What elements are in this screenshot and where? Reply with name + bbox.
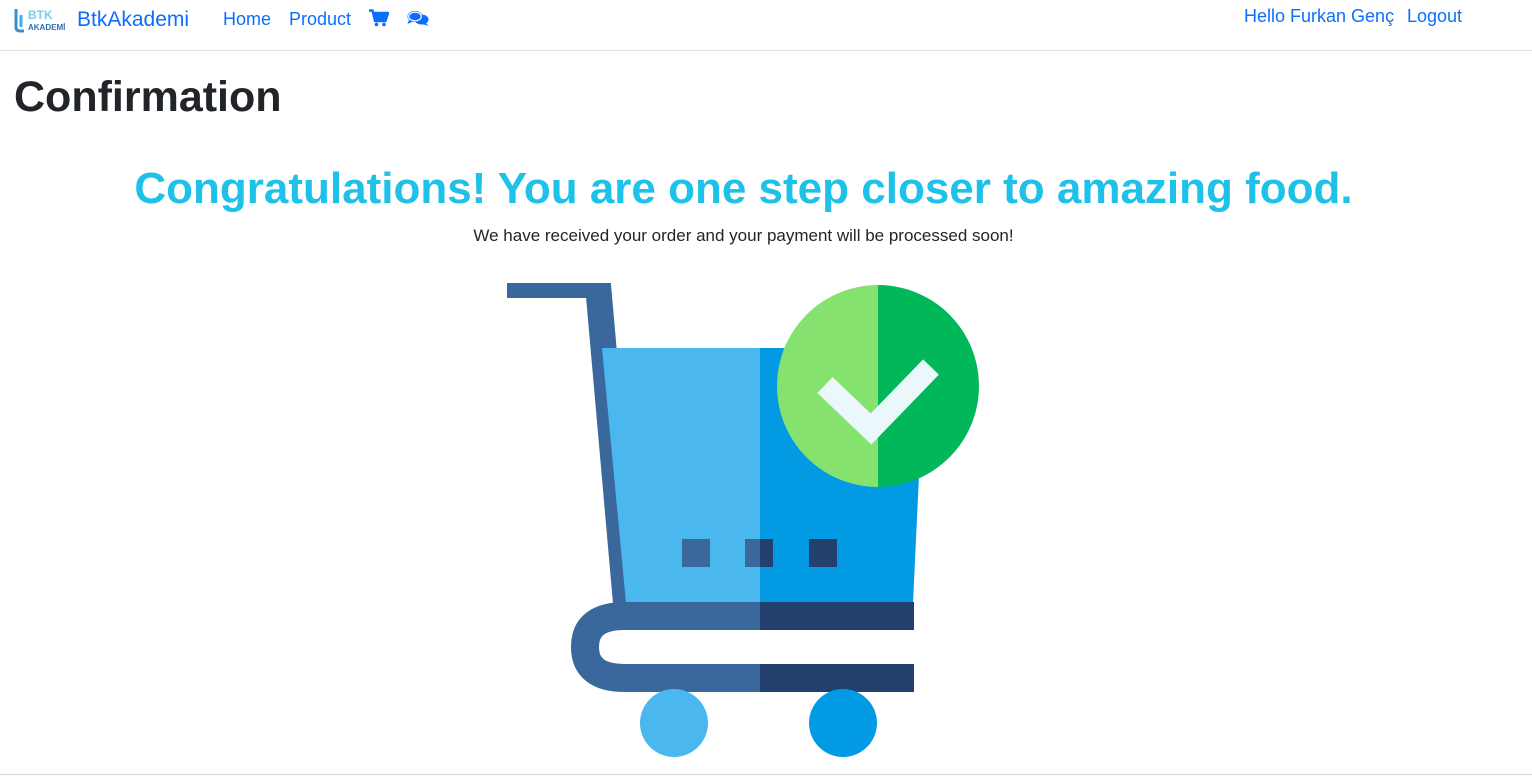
cart-checkmark-illustration [505, 272, 985, 761]
logout-link[interactable]: Logout [1407, 7, 1462, 25]
nav-home-link[interactable]: Home [223, 10, 271, 28]
svg-text:BTK: BTK [28, 8, 53, 22]
svg-text:AKADEMİ: AKADEMİ [28, 23, 65, 32]
chat-bubbles-icon[interactable] [407, 10, 429, 31]
shopping-cart-icon[interactable] [369, 9, 390, 32]
footer-divider [0, 774, 1532, 775]
congratulations-heading: Congratulations! You are one step closer… [134, 164, 1353, 213]
user-greeting-link[interactable]: Hello Furkan Genç [1244, 7, 1394, 25]
order-received-message: We have received your order and your pay… [473, 226, 1014, 245]
navbar: BTK AKADEMİ BtkAkademi Home Product Hell… [0, 0, 1532, 51]
btk-akademi-logo: BTK AKADEMİ [14, 5, 71, 33]
brand-link[interactable]: BTK AKADEMİ BtkAkademi [14, 4, 189, 34]
brand-name: BtkAkademi [77, 7, 190, 31]
nav-product-link[interactable]: Product [289, 10, 351, 28]
page-title: Confirmation [14, 73, 282, 121]
